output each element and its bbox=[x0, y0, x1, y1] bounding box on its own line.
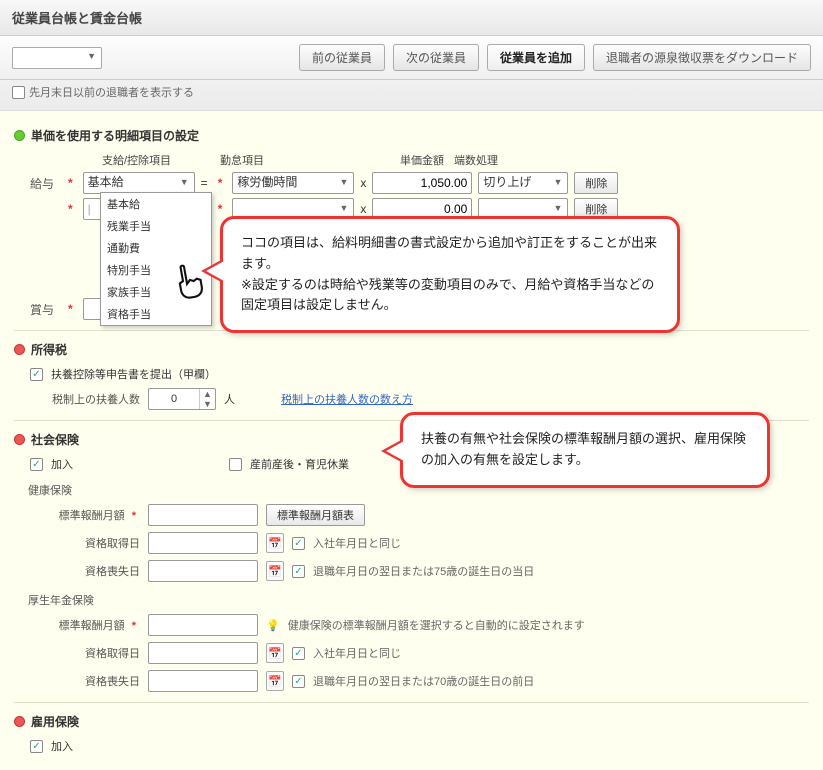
health-acq-row: 資格取得日 📅 ✓ 入社年月日と同じ bbox=[30, 532, 809, 554]
next-employee-button[interactable]: 次の従業員 bbox=[393, 44, 479, 71]
employment-enroll-row: ✓ 加入 bbox=[30, 738, 809, 754]
pension-std-month-row: 標準報酬月額 * 💡 健康保険の標準報酬月額を選択すると自動的に設定されます bbox=[30, 614, 809, 636]
declaration-row: ✓ 扶養控除等申告書を提出（甲欄） bbox=[30, 366, 809, 382]
stepper-buttons[interactable]: ▲▼ bbox=[199, 389, 215, 409]
show-retired-checkbox[interactable] bbox=[12, 86, 25, 99]
employment-enroll-checkbox[interactable]: ✓ bbox=[30, 740, 43, 753]
health-loss-row: 資格喪失日 📅 ✓ 退職年月日の翌日または75歳の誕生日の当日 bbox=[30, 560, 809, 582]
prev-employee-button[interactable]: 前の従業員 bbox=[299, 44, 385, 71]
show-retired-label: 先月末日以前の退職者を表示する bbox=[29, 84, 194, 100]
callout-item-settings: ココの項目は、給料明細書の書式設定から追加や訂正をすることが出来ます。 ※設定す… bbox=[220, 216, 680, 333]
pension-std-month-input[interactable] bbox=[148, 614, 258, 636]
work-select[interactable]: 稼労働時間 bbox=[232, 172, 354, 194]
pension-subheading: 厚生年金保険 bbox=[28, 592, 809, 608]
employment-insurance-heading: 雇用保険 bbox=[14, 713, 809, 730]
calendar-icon[interactable]: 📅 bbox=[266, 561, 284, 581]
callout-social-insurance: 扶養の有無や社会保険の標準報酬月額の選択、雇用保険の加入の有無を設定します。 bbox=[400, 412, 770, 488]
page-title: 従業員台帳と賃金台帳 bbox=[0, 0, 823, 36]
std-month-table-button[interactable]: 標準報酬月額表 bbox=[266, 504, 365, 526]
unit-price-columns: 支給/控除項目 勤怠項目 単価金額 端数処理 bbox=[102, 152, 809, 168]
maternity-checkbox[interactable] bbox=[229, 458, 242, 471]
add-employee-button[interactable]: 従業員を追加 bbox=[487, 44, 585, 71]
dropdown-option[interactable]: 残業手当 bbox=[101, 215, 211, 237]
social-enroll-checkbox[interactable]: ✓ bbox=[30, 458, 43, 471]
calendar-icon[interactable]: 📅 bbox=[266, 643, 284, 663]
sub-toolbar: 先月末日以前の退職者を表示する bbox=[0, 80, 823, 111]
round-select[interactable]: 切り上げ bbox=[478, 172, 568, 194]
item-select[interactable]: 基本給 bbox=[83, 172, 195, 194]
dependents-row: 税制上の扶養人数 0 ▲▼ 人 税制上の扶養人数の数え方 bbox=[30, 388, 809, 410]
dependents-help-link[interactable]: 税制上の扶養人数の数え方 bbox=[281, 391, 413, 407]
toolbar: 前の従業員 次の従業員 従業員を追加 退職者の源泉徴収票をダウンロード bbox=[0, 36, 823, 80]
employee-select[interactable] bbox=[12, 47, 102, 69]
bullet-red-icon bbox=[14, 716, 25, 727]
health-acq-date-input[interactable] bbox=[148, 532, 258, 554]
dropdown-option[interactable]: 基本給 bbox=[101, 193, 211, 215]
delete-button[interactable]: 削除 bbox=[574, 172, 618, 194]
pension-loss-row: 資格喪失日 📅 ✓ 退職年月日の翌日または70歳の誕生日の前日 bbox=[30, 670, 809, 692]
calendar-icon[interactable]: 📅 bbox=[266, 671, 284, 691]
pension-acq-row: 資格取得日 📅 ✓ 入社年月日と同じ bbox=[30, 642, 809, 664]
same-as-hire-checkbox[interactable]: ✓ bbox=[292, 647, 305, 660]
income-tax-heading: 所得税 bbox=[14, 341, 809, 358]
unit-amount-input[interactable] bbox=[372, 172, 472, 194]
bullet-red-icon bbox=[14, 344, 25, 355]
dependents-stepper[interactable]: 0 ▲▼ bbox=[148, 388, 216, 410]
loss-default-checkbox[interactable]: ✓ bbox=[292, 675, 305, 688]
bullet-red-icon bbox=[14, 434, 25, 445]
download-withholding-button[interactable]: 退職者の源泉徴収票をダウンロード bbox=[593, 44, 811, 71]
bullet-green-icon bbox=[14, 130, 25, 141]
loss-default-checkbox[interactable]: ✓ bbox=[292, 565, 305, 578]
unit-price-heading: 単価を使用する明細項目の設定 bbox=[14, 127, 809, 144]
same-as-hire-checkbox[interactable]: ✓ bbox=[292, 537, 305, 550]
bulb-icon: 💡 bbox=[266, 619, 280, 632]
health-std-month-input[interactable] bbox=[148, 504, 258, 526]
declaration-checkbox[interactable]: ✓ bbox=[30, 368, 43, 381]
salary-row-1: 給与 * 基本給 = * 稼労働時間 x 切り上げ 削除 bbox=[14, 172, 809, 194]
dropdown-option[interactable]: 通勤費 bbox=[101, 237, 211, 259]
pension-acq-date-input[interactable] bbox=[148, 642, 258, 664]
calendar-icon[interactable]: 📅 bbox=[266, 533, 284, 553]
pension-loss-date-input[interactable] bbox=[148, 670, 258, 692]
health-loss-date-input[interactable] bbox=[148, 560, 258, 582]
health-std-month-row: 標準報酬月額 * 標準報酬月額表 bbox=[30, 504, 809, 526]
